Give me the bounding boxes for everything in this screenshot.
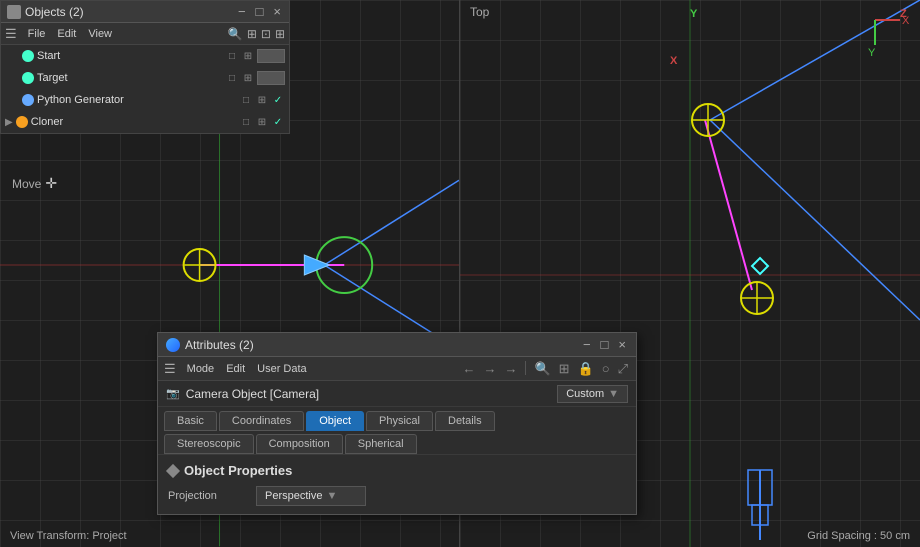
attr-expand-icon[interactable]: ⤢ <box>616 361 630 377</box>
cloner-expand-arrow[interactable]: ▶ <box>5 117 13 128</box>
objects-search-icon[interactable]: 🔍 <box>228 27 243 41</box>
objects-expand-icon[interactable]: ⊡ <box>261 27 271 41</box>
obj-icon-cl-2: ⊞ <box>255 115 269 129</box>
attr-back-icon[interactable]: ← <box>460 361 477 377</box>
objects-panel-title: Objects (2) <box>25 5 84 19</box>
obj-name-target: Target <box>37 72 222 84</box>
obj-dot-start <box>22 50 34 62</box>
obj-props-title: Object Properties <box>168 463 626 478</box>
objects-minimize-btn[interactable]: − <box>236 4 248 19</box>
attr-sep-1 <box>525 361 526 375</box>
attr-tab-spherical[interactable]: Spherical <box>345 434 417 454</box>
projection-value: Perspective <box>265 490 322 502</box>
attr-tab-details[interactable]: Details <box>435 411 495 431</box>
objects-settings-icon[interactable]: ⊞ <box>275 27 285 41</box>
attr-content: Object Properties Projection Perspective… <box>158 455 636 514</box>
obj-swatch-start[interactable] <box>257 49 285 63</box>
vp-top-label: Top <box>470 5 489 19</box>
obj-icon-pg-2: ⊞ <box>255 93 269 107</box>
attr-menu-edit[interactable]: Edit <box>221 362 250 376</box>
attr-custom-label: Custom <box>566 388 604 400</box>
attr-panel-title: Attributes (2) <box>185 338 254 352</box>
attr-titlebar: Attributes (2) − □ × <box>158 333 636 357</box>
attr-tab-coordinates[interactable]: Coordinates <box>219 411 304 431</box>
attr-obj-prefix: 📷 <box>166 387 180 400</box>
attr-menu-userdata[interactable]: User Data <box>252 362 312 376</box>
attr-tab-stereoscopic[interactable]: Stereoscopic <box>164 434 254 454</box>
obj-check-pg: ✓ <box>271 93 285 107</box>
obj-props-diamond-icon <box>166 463 180 477</box>
obj-icon-cl-1: □ <box>239 115 253 129</box>
obj-name-cloner: Cloner <box>31 116 236 128</box>
attr-custom-arrow: ▼ <box>608 388 619 400</box>
attr-obj-name: Camera Object [Camera] <box>186 387 319 401</box>
objects-list: Start □ ⊞ Target □ ⊞ Python Generator <box>1 45 289 133</box>
obj-icon-target-2: ⊞ <box>241 71 255 85</box>
bottom-status-right: Grid Spacing : 50 cm <box>807 530 910 542</box>
attr-minimize-btn[interactable]: − <box>581 337 593 352</box>
attr-tabs-row1: Basic Coordinates Object Physical Detail… <box>158 407 636 431</box>
objects-menu-file[interactable]: File <box>23 27 51 41</box>
obj-row-start[interactable]: Start □ ⊞ <box>1 45 289 67</box>
attr-forward2-icon[interactable]: → <box>502 361 519 377</box>
objects-menu-edit[interactable]: Edit <box>52 27 81 41</box>
objects-menu-hamburger[interactable]: ☰ <box>5 26 17 42</box>
z-axis-label-right: Z <box>900 8 907 20</box>
attr-menu-mode[interactable]: Mode <box>182 362 220 376</box>
obj-name-python-generator: Python Generator <box>37 94 236 106</box>
obj-row-cloner[interactable]: ▶ Cloner □ ⊞ ✓ <box>1 111 289 133</box>
objects-menu-view[interactable]: View <box>83 27 117 41</box>
attr-forward-icon[interactable]: → <box>481 361 498 377</box>
obj-row-python-generator[interactable]: Python Generator □ ⊞ ✓ <box>1 89 289 111</box>
attr-tabs-row2: Stereoscopic Composition Spherical <box>158 431 636 455</box>
objects-close-btn[interactable]: × <box>271 4 283 19</box>
obj-dot-python-generator <box>22 94 34 106</box>
bottom-status-left: View Transform: Project <box>10 530 127 542</box>
attr-menu-hamburger[interactable]: ☰ <box>164 361 176 377</box>
projection-arrow: ▼ <box>326 490 337 502</box>
obj-icon-start-1: □ <box>225 49 239 63</box>
projection-row: Projection Perspective ▼ <box>168 486 626 506</box>
attr-maximize-btn[interactable]: □ <box>599 337 611 352</box>
attr-panel-icon <box>166 338 180 352</box>
y-axis-label: Y <box>690 8 697 20</box>
obj-icon-target-1: □ <box>225 71 239 85</box>
objects-grid-icon[interactable]: ⊞ <box>247 27 257 41</box>
attributes-panel: Attributes (2) − □ × ☰ Mode Edit User Da… <box>157 332 637 515</box>
move-icon: ✛ <box>45 175 57 192</box>
obj-icon-start-2: ⊞ <box>241 49 255 63</box>
obj-dot-target <box>22 72 34 84</box>
attr-custom-dropdown[interactable]: Custom ▼ <box>557 385 628 403</box>
projection-dropdown[interactable]: Perspective ▼ <box>256 486 366 506</box>
obj-dot-cloner <box>16 116 28 128</box>
move-label: Move ✛ <box>12 175 57 192</box>
projection-label: Projection <box>168 490 248 502</box>
attr-tab-object[interactable]: Object <box>306 411 364 431</box>
attr-filter-icon[interactable]: ⊞ <box>557 361 572 377</box>
attr-lock-icon[interactable]: 🔒 <box>576 361 596 377</box>
attr-search-icon[interactable]: 🔍 <box>532 361 552 377</box>
objects-panel: Objects (2) − □ × ☰ File Edit View 🔍 ⊞ ⊡… <box>0 0 290 134</box>
obj-icon-pg-1: □ <box>239 93 253 107</box>
obj-props-title-text: Object Properties <box>184 463 292 478</box>
attr-tab-composition[interactable]: Composition <box>256 434 343 454</box>
attr-menubar: ☰ Mode Edit User Data ← → → 🔍 ⊞ 🔒 ○ ⤢ <box>158 357 636 381</box>
x-axis-label: X <box>670 55 677 67</box>
obj-swatch-target[interactable] <box>257 71 285 85</box>
attr-tab-physical[interactable]: Physical <box>366 411 433 431</box>
attr-circle-icon[interactable]: ○ <box>600 361 612 377</box>
attr-object-row: 📷 Camera Object [Camera] Custom ▼ <box>158 381 636 407</box>
objects-panel-icon <box>7 5 21 19</box>
objects-maximize-btn[interactable]: □ <box>254 4 266 19</box>
obj-row-target[interactable]: Target □ ⊞ <box>1 67 289 89</box>
attr-close-btn[interactable]: × <box>616 337 628 352</box>
objects-titlebar: Objects (2) − □ × <box>1 1 289 23</box>
obj-check-cl: ✓ <box>271 115 285 129</box>
obj-name-start: Start <box>37 50 222 62</box>
attr-tab-basic[interactable]: Basic <box>164 411 217 431</box>
objects-menubar: ☰ File Edit View 🔍 ⊞ ⊡ ⊞ <box>1 23 289 45</box>
